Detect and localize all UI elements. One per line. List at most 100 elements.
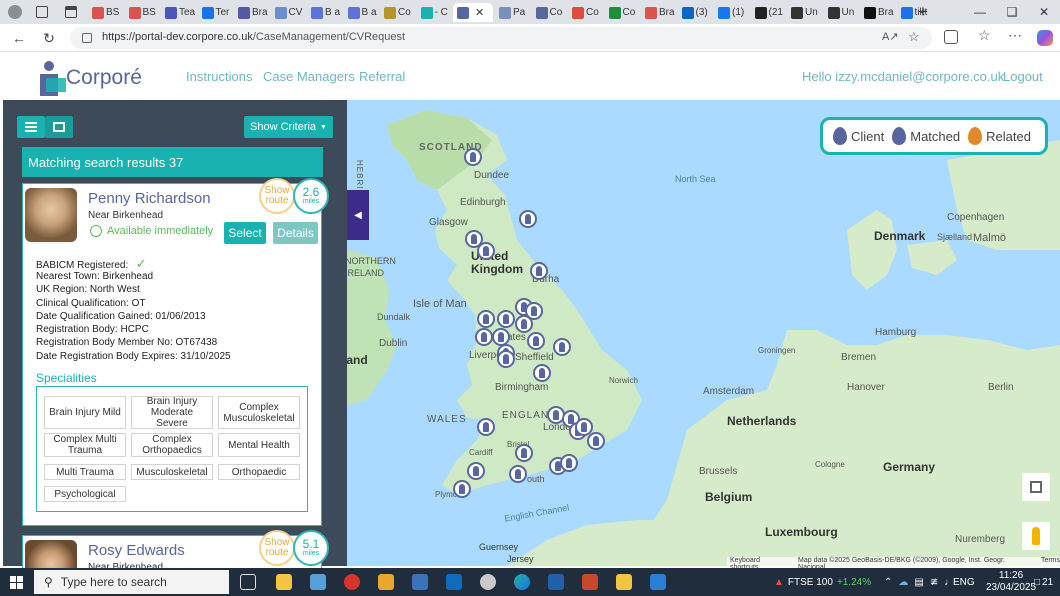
outlook-icon[interactable]	[446, 574, 462, 590]
map-marker-matched[interactable]	[519, 210, 537, 228]
keyboard-shortcuts-link[interactable]: Keyboard shortcuts	[730, 557, 790, 571]
minimize-icon[interactable]: —	[964, 0, 996, 24]
read-aloud-icon[interactable]: A↗	[882, 30, 899, 43]
candidate-name[interactable]: Rosy Edwards	[88, 542, 185, 559]
app-icon[interactable]	[310, 574, 326, 590]
browser-tab[interactable]: B a	[344, 3, 380, 22]
map-marker-matched[interactable]	[530, 262, 548, 280]
system-tray-icons[interactable]: ⌃ ☁ ▤ ≇ ♩	[884, 568, 954, 596]
browser-tab[interactable]: Un	[824, 3, 860, 22]
browser-tab[interactable]: - C	[417, 3, 453, 22]
site-info-icon[interactable]	[82, 33, 92, 43]
favorites-icon[interactable]: ☆	[978, 27, 991, 44]
show-criteria-button[interactable]: Show Criteria ▼	[244, 116, 333, 138]
browser-tab[interactable]: CV	[271, 3, 307, 22]
browser-tab[interactable]: Pa	[495, 3, 531, 22]
map-marker-matched[interactable]	[497, 350, 515, 368]
back-icon[interactable]: ←	[8, 28, 30, 48]
browser-tab[interactable]: B a	[307, 3, 343, 22]
grid-view-button[interactable]	[45, 116, 73, 138]
details-button[interactable]: Details	[273, 222, 318, 244]
map-marker-matched[interactable]	[453, 480, 471, 498]
map-marker-matched[interactable]	[587, 432, 605, 450]
close-tab-icon[interactable]: ✕	[475, 6, 484, 19]
workspaces-icon[interactable]	[36, 6, 48, 18]
taskbar-search[interactable]: ⚲ Type here to search	[34, 570, 229, 594]
map-marker-matched[interactable]	[533, 364, 551, 382]
edge-icon[interactable]	[514, 574, 530, 590]
favorite-star-icon[interactable]: ☆	[908, 29, 920, 45]
map-marker-matched[interactable]	[515, 315, 533, 333]
browser-tab[interactable]: (21	[751, 3, 787, 22]
candidate-name[interactable]: Penny Richardson	[88, 190, 211, 207]
tab-actions-icon[interactable]	[65, 6, 77, 18]
logout-link[interactable]: Logout	[1003, 69, 1043, 84]
browser-tab[interactable]: Co	[568, 3, 604, 22]
map-marker-matched[interactable]	[553, 338, 571, 356]
map-view[interactable]: SCOTLAND HEBRIDES Dundee Edinburgh Glasg…	[347, 100, 1060, 566]
app-icon[interactable]	[378, 574, 394, 590]
extensions-icon[interactable]	[944, 30, 958, 44]
app-icon[interactable]	[412, 574, 428, 590]
more-menu-icon[interactable]: ⋯	[1008, 27, 1022, 44]
map-marker-matched[interactable]	[527, 332, 545, 350]
map-marker-matched[interactable]	[515, 444, 533, 462]
browser-tab[interactable]: Un	[787, 3, 823, 22]
logo[interactable]: Corporé	[36, 60, 148, 96]
profile-icon[interactable]	[8, 5, 22, 19]
nav-referral[interactable]: Referral	[359, 69, 405, 84]
fullscreen-button[interactable]	[1022, 473, 1050, 501]
browser-tab[interactable]: Bra	[234, 3, 270, 22]
map-marker-matched[interactable]	[509, 465, 527, 483]
map-marker-matched[interactable]	[477, 418, 495, 436]
start-button[interactable]	[10, 576, 23, 589]
browser-tab[interactable]: ✕	[453, 3, 493, 22]
map-marker-matched[interactable]	[475, 328, 493, 346]
folder-icon[interactable]	[616, 574, 632, 590]
browser-tab[interactable]: (1)	[714, 3, 750, 22]
map-marker-matched[interactable]	[497, 310, 515, 328]
browser-tab[interactable]: Co	[532, 3, 568, 22]
nav-instructions[interactable]: Instructions	[186, 69, 252, 84]
map-marker-matched[interactable]	[477, 242, 495, 260]
app-icon[interactable]	[582, 574, 598, 590]
new-tab-button[interactable]: +	[918, 2, 928, 22]
tab-label: Tea	[179, 7, 196, 18]
app-icon[interactable]	[548, 574, 564, 590]
collapse-sidebar-button[interactable]: ◀	[347, 190, 369, 240]
browser-tab[interactable]: Tea	[161, 3, 197, 22]
task-view-icon[interactable]	[240, 574, 256, 590]
map-marker-matched[interactable]	[477, 310, 495, 328]
app-icon[interactable]	[344, 574, 360, 590]
show-route-badge[interactable]: Show route	[259, 178, 295, 214]
street-view-button[interactable]	[1022, 522, 1050, 550]
input-language[interactable]: ENG	[953, 568, 975, 596]
browser-tab[interactable]: Bra	[641, 3, 677, 22]
refresh-icon[interactable]: ↻	[38, 28, 60, 48]
close-window-icon[interactable]: ✕	[1028, 0, 1060, 24]
terms-link[interactable]: Terms	[1041, 557, 1060, 567]
app-icon[interactable]	[650, 574, 666, 590]
map-marker-matched[interactable]	[464, 148, 482, 166]
address-bar[interactable]: https://portal-dev.corpore.co.uk/CaseMan…	[70, 27, 932, 49]
app-icon[interactable]	[480, 574, 496, 590]
map-marker-matched[interactable]	[467, 462, 485, 480]
browser-tab[interactable]: Co	[380, 3, 416, 22]
select-button[interactable]: Select	[224, 222, 266, 244]
browser-tab[interactable]: (3)	[678, 3, 714, 22]
browser-tab[interactable]: BS	[125, 3, 161, 22]
maximize-icon[interactable]: ❑	[996, 0, 1028, 24]
browser-tab[interactable]: Ter	[198, 3, 234, 22]
browser-tab[interactable]: Co	[605, 3, 641, 22]
nav-case-managers[interactable]: Case Managers	[263, 69, 355, 84]
notifications-button[interactable]: □ 21	[1034, 568, 1053, 596]
copilot-icon[interactable]	[1037, 30, 1053, 46]
stock-widget[interactable]: ▲ FTSE 100 +1.24%	[774, 568, 871, 596]
show-route-badge[interactable]: Show route	[259, 530, 295, 566]
browser-tab[interactable]: Bra	[860, 3, 896, 22]
file-explorer-icon[interactable]	[276, 574, 292, 590]
list-view-button[interactable]	[17, 116, 45, 138]
browser-tab[interactable]: BS	[88, 3, 124, 22]
map-marker-matched[interactable]	[560, 454, 578, 472]
clock[interactable]: 11:26 23/04/2025	[986, 568, 1036, 596]
